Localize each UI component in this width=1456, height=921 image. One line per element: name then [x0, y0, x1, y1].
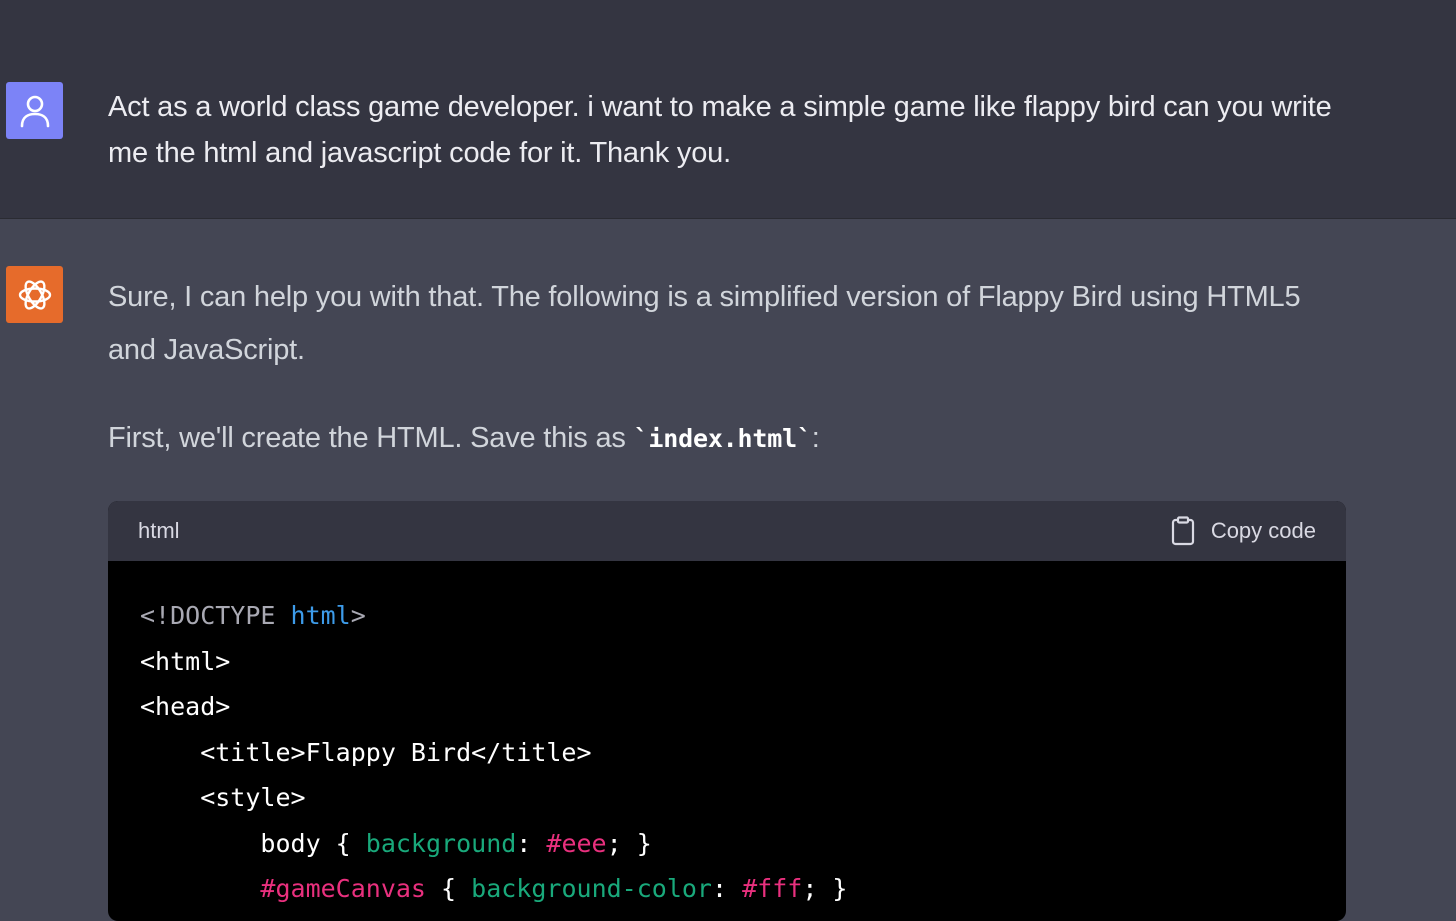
code-line: <html> — [140, 639, 1346, 685]
code-language-label: html — [138, 518, 180, 543]
assistant-paragraph-2: First, we'll create the HTML. Save this … — [108, 415, 820, 462]
code-block: html Copy code <!DOCTYPE html> <html> <hea… — [108, 501, 1346, 921]
code-line: <title>Flappy Bird</title> — [140, 730, 1346, 776]
inline-code-filename: `index.html` — [633, 424, 812, 453]
code-block-header: html Copy code — [108, 501, 1346, 561]
code-token: <html> — [140, 646, 231, 676]
code-token: : — [711, 874, 743, 903]
code-line: body { background: #eee; } — [140, 821, 1346, 867]
code-token: background-color — [471, 874, 712, 903]
code-token: body { — [140, 828, 366, 858]
code-line: #gameCanvas { background-color: #fff; } — [140, 866, 1346, 912]
code-line: <!DOCTYPE html> — [140, 593, 1346, 639]
assistant-message: Sure, I can help you with that. The foll… — [0, 219, 1456, 921]
code-token: ; } — [606, 828, 652, 858]
paragraph-2-suffix: : — [811, 422, 820, 454]
assistant-paragraph-1: Sure, I can help you with that. The foll… — [108, 281, 1301, 366]
code-content: <!DOCTYPE html> <html> <head> <title>Flapp… — [108, 561, 1346, 912]
code-token: <title>Flappy Bird</title> — [140, 737, 592, 767]
code-token: : — [516, 828, 547, 858]
copy-code-label: Copy code — [1210, 518, 1316, 543]
user-icon — [20, 95, 49, 127]
code-token: background — [365, 828, 517, 858]
code-token: #eee — [546, 828, 607, 858]
code-line: <head> — [140, 684, 1346, 730]
copy-code-button[interactable]: Copy code — [1171, 516, 1316, 546]
code-token: #fff — [742, 874, 803, 903]
code-token: > — [350, 601, 366, 630]
code-token: html — [290, 601, 351, 630]
code-token: <head> — [140, 692, 231, 721]
code-token: <!DOCTYPE — [140, 601, 291, 630]
code-token: #gameCanvas — [260, 874, 426, 903]
code-line: <style> — [140, 775, 1346, 821]
paragraph-2-text: First, we'll create the HTML. Save this … — [108, 422, 634, 454]
user-avatar — [6, 82, 63, 139]
user-message-text: Act as a world class game developer. i w… — [108, 91, 1332, 169]
code-token: <style> — [140, 783, 306, 812]
assistant-avatar — [6, 266, 63, 323]
openai-logo-icon — [18, 279, 51, 310]
code-token: ; } — [802, 874, 848, 903]
code-token: { — [426, 874, 472, 903]
user-message: Act as a world class game developer. i w… — [0, 0, 1456, 219]
clipboard-icon — [1171, 516, 1194, 546]
